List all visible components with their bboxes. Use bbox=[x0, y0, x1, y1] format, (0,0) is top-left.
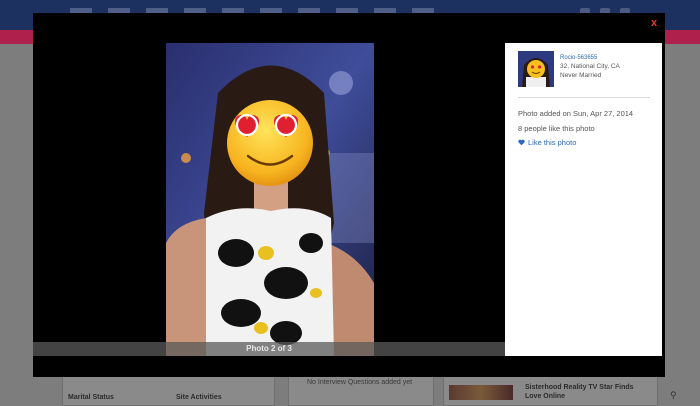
photo-counter: Photo 2 of 3 bbox=[33, 342, 505, 356]
background-profile-card bbox=[62, 376, 275, 406]
profile-username-link[interactable]: Rocio-563655 bbox=[560, 55, 597, 61]
search-icon: ⚲ bbox=[670, 390, 677, 400]
photo-added-date: Photo added on Sun, Apr 27, 2014 bbox=[518, 109, 634, 118]
like-photo-label: Like this photo bbox=[528, 138, 577, 147]
avatar[interactable] bbox=[518, 51, 554, 87]
profile-photo[interactable] bbox=[166, 43, 374, 356]
interview-placeholder: No Interview Questions added yet bbox=[307, 379, 413, 386]
avatar-image bbox=[518, 51, 554, 87]
info-divider bbox=[518, 97, 650, 98]
profile-marital-status: Never Married bbox=[560, 72, 602, 79]
news-headline-line2: Love Online bbox=[525, 393, 566, 400]
news-headline-line1: Sisterhood Reality TV Star Finds bbox=[525, 384, 634, 391]
profile-photo-image bbox=[166, 43, 374, 356]
close-button[interactable]: x bbox=[647, 16, 661, 30]
photo-info-panel bbox=[505, 43, 662, 356]
like-photo-button[interactable]: Like this photo bbox=[518, 138, 576, 147]
heart-icon bbox=[518, 139, 525, 146]
photo-like-count: 8 people like this photo bbox=[518, 124, 595, 133]
profile-location: 32, National City, CA bbox=[560, 63, 620, 70]
news-thumbnail bbox=[449, 385, 513, 400]
